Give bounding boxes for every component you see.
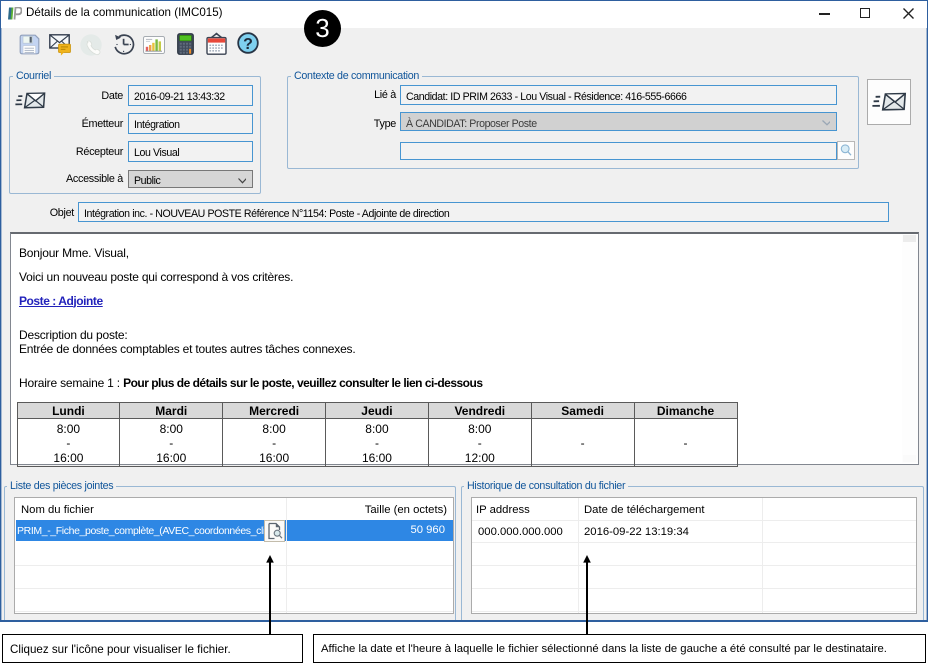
svg-text:?: ? [243,36,253,53]
